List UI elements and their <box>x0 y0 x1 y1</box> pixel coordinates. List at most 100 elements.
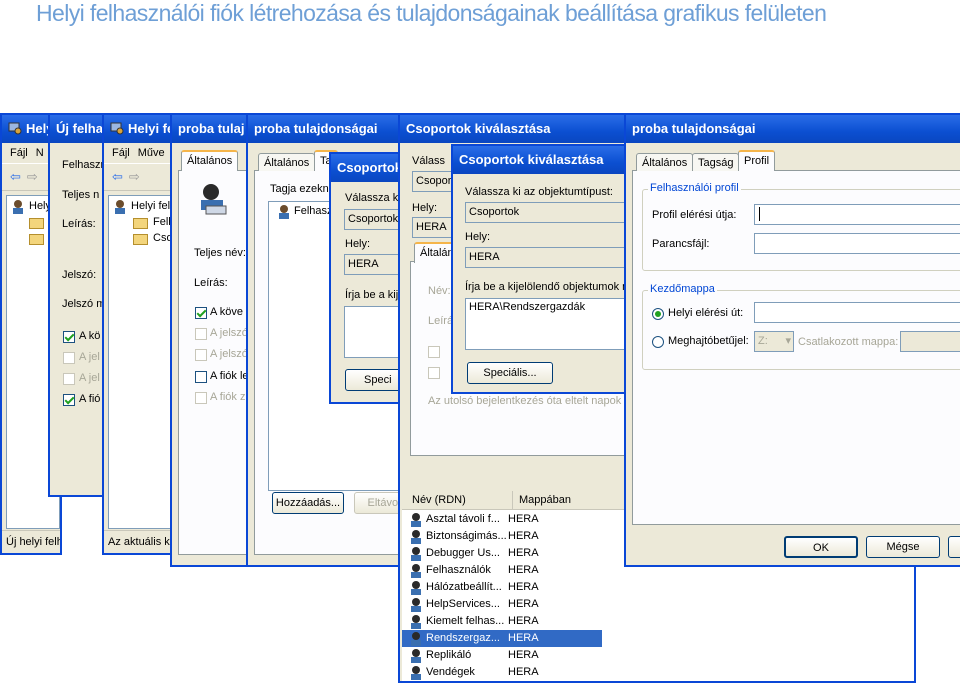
local-path-input[interactable] <box>754 302 960 323</box>
checkbox-cannot-change[interactable] <box>63 352 75 364</box>
folder-icon[interactable] <box>29 218 44 229</box>
description-label: Leírás: <box>62 218 96 230</box>
checkbox-label: A jelszó <box>210 348 248 360</box>
username-label: Felhaszn <box>62 159 107 171</box>
checkbox-label: A fió <box>79 393 101 405</box>
tab-general[interactable]: Általános <box>258 153 316 171</box>
column-name[interactable]: Név (RDN) <box>412 491 466 509</box>
tab-general[interactable]: Általános <box>636 153 694 171</box>
logon-script-label: Parancsfájl: <box>652 238 710 250</box>
ok-button[interactable]: OK <box>784 536 858 558</box>
menu-n[interactable]: N <box>36 147 44 159</box>
window-title: Csoportok <box>337 160 402 175</box>
object-type-label: Válassza ki az objektumtípust: <box>465 186 613 198</box>
profile-path-input[interactable] <box>754 204 960 225</box>
checkbox-account-disabled[interactable] <box>63 394 75 406</box>
row-folder: HERA <box>508 598 539 610</box>
table-row[interactable]: Asztal távoli f... HERA <box>402 511 602 528</box>
group-icon <box>411 598 421 612</box>
window-title: Csoportok kiválasztása <box>459 152 604 167</box>
location-label: Hely: <box>465 231 491 243</box>
status-bar: Az aktuális ki <box>104 530 178 553</box>
drive-letter-select[interactable]: Z: ▾ <box>754 331 794 352</box>
checkbox-label: A jel <box>79 372 100 384</box>
window-titlebar[interactable]: proba tulajdonságai <box>248 115 404 143</box>
member-item[interactable]: Felhasz <box>294 205 333 217</box>
table-row[interactable]: Felhasználók HERA <box>402 562 602 579</box>
computer-management-icon <box>8 122 22 135</box>
folder-icon <box>133 218 148 229</box>
back-arrow-icon[interactable]: ⇦ <box>10 169 21 184</box>
menu-action[interactable]: Műve <box>138 147 165 159</box>
window-titlebar[interactable]: Új felha <box>50 115 108 143</box>
apply-button[interactable] <box>948 536 960 558</box>
chevron-down-icon: ▾ <box>785 335 791 347</box>
radio-connect[interactable] <box>652 336 664 348</box>
radio-local-path[interactable] <box>652 308 664 320</box>
checkbox-account-disabled[interactable] <box>195 371 207 383</box>
location-label: Hely: <box>412 202 438 214</box>
group-icon <box>411 564 421 578</box>
row-name: Biztonságimás... <box>426 530 507 542</box>
back-arrow-icon[interactable]: ⇦ <box>112 169 123 184</box>
forward-arrow-icon[interactable]: ⇨ <box>129 169 140 184</box>
checkbox-never-expires[interactable] <box>195 349 207 361</box>
group-icon <box>411 530 421 544</box>
group-icon <box>411 632 421 646</box>
table-row[interactable]: Rendszergaz... HERA <box>402 630 602 647</box>
checkbox-cannot-change[interactable] <box>195 328 207 340</box>
row-folder: HERA <box>508 547 539 559</box>
object-names-input[interactable]: HERA\Rendszergazdák <box>465 298 625 350</box>
enter-names-label: Írja be a kijelölendő objektumok n <box>465 281 627 293</box>
window-user-properties-general: proba tulaj Általános Teljes név: Leírás… <box>170 113 254 567</box>
logon-script-input[interactable] <box>754 233 960 254</box>
window-titlebar[interactable]: proba tulajdonságai <box>626 115 960 143</box>
table-row[interactable]: Biztonságimás... HERA <box>402 528 602 545</box>
window-titlebar[interactable]: Helyi fe <box>104 115 178 143</box>
slide-title: Helyi felhasználói fiók létrehozása és t… <box>36 0 827 26</box>
table-row[interactable]: Vendégek HERA <box>402 664 602 681</box>
advanced-button[interactable]: Speciális... <box>467 362 553 384</box>
tab-general[interactable]: Általános <box>181 150 239 171</box>
table-row[interactable]: Replikáló HERA <box>402 647 602 664</box>
row-name: Replikáló <box>426 649 472 661</box>
window-title: proba tulajdonságai <box>254 121 378 136</box>
group-icon <box>411 649 421 663</box>
row-folder: HERA <box>508 666 539 678</box>
menu-file[interactable]: Fájl <box>10 147 28 159</box>
checkbox-option-1[interactable] <box>428 346 440 358</box>
table-row[interactable]: Debugger Us... HERA <box>402 545 602 562</box>
folder-icon <box>133 234 148 245</box>
window-titlebar[interactable]: Csoportok <box>331 154 407 182</box>
cancel-button[interactable]: Mégse <box>866 536 940 558</box>
tab-member-of[interactable]: Tagság <box>692 153 740 171</box>
profile-path-label: Profil elérési útja: <box>652 209 737 221</box>
fullname-label: Teljes n <box>62 189 100 201</box>
table-row[interactable]: HelpServices... HERA <box>402 596 602 613</box>
table-row[interactable]: Kiemelt felhas... HERA <box>402 613 602 630</box>
window-titlebar[interactable]: proba tulaj <box>172 115 252 143</box>
add-button[interactable]: Hozzáadás... <box>272 492 344 514</box>
checkbox-must-change[interactable] <box>195 307 207 319</box>
table-row[interactable]: Hálózatbeállít... HERA <box>402 579 602 596</box>
column-folder[interactable]: Mappában <box>512 491 571 509</box>
connect-to-input[interactable] <box>900 331 960 352</box>
tab-profile[interactable]: Profil <box>738 150 776 171</box>
checkbox-must-change[interactable] <box>63 331 75 343</box>
tree-item-root[interactable]: Helyi fel <box>131 200 170 212</box>
connect-to-label: Csatlakozott mappa: <box>798 336 899 348</box>
menu-file[interactable]: Fájl <box>112 147 130 159</box>
checkbox-account-locked[interactable] <box>195 392 207 404</box>
forward-arrow-icon[interactable]: ⇨ <box>27 169 38 184</box>
menu-bar: Fájl Műve <box>104 143 178 163</box>
checkbox-option-2[interactable] <box>428 367 440 379</box>
folder-icon[interactable] <box>29 234 44 245</box>
status-bar: Új helyi felhasználói <box>2 530 60 553</box>
window-title: proba tulaj <box>178 121 245 136</box>
row-folder: HERA <box>508 615 539 627</box>
window-titlebar[interactable]: Csoportok kiválasztása <box>453 146 625 174</box>
checkbox-never-expires[interactable] <box>63 373 75 385</box>
user-icon <box>201 184 227 215</box>
computer-management-icon <box>110 122 124 135</box>
row-name: HelpServices... <box>426 598 500 610</box>
